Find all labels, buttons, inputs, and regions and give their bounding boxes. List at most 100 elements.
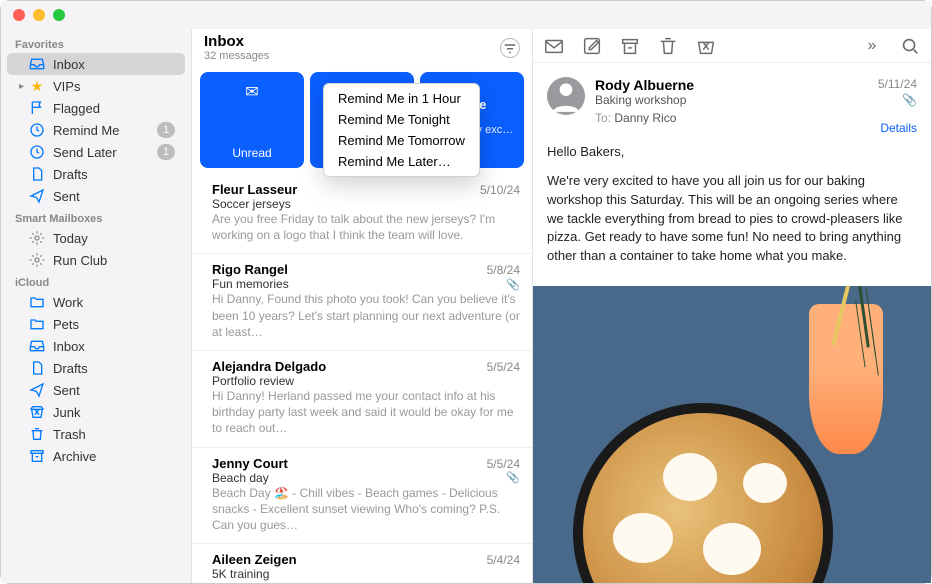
sidebar-item-drafts[interactable]: Drafts bbox=[7, 163, 185, 185]
badge-count: 1 bbox=[157, 122, 175, 138]
body-greeting: Hello Bakers, bbox=[547, 143, 917, 162]
message-sender: Rigo Rangel bbox=[212, 262, 487, 277]
message-preview: Are you free Friday to talk about the ne… bbox=[212, 211, 520, 243]
sidebar-section-favorites: Favorites bbox=[1, 33, 191, 53]
sidebar-item-today[interactable]: Today bbox=[7, 227, 185, 249]
message-date: 5/4/24 bbox=[487, 553, 520, 567]
sidebar-item-inbox[interactable]: Inbox bbox=[7, 53, 185, 75]
message-row[interactable]: Jenny Court5/5/24Beach day📎Beach Day 🏖️ … bbox=[192, 448, 532, 545]
sidebar-item-label: Flagged bbox=[53, 101, 175, 116]
message-row[interactable]: Aileen Zeigen5/4/24 5K trainingHey Danny,… bbox=[192, 544, 532, 583]
sidebar-item-sendlater[interactable]: Send Later 1 bbox=[7, 141, 185, 163]
message-row[interactable]: Fleur Lasseur5/10/24Soccer jerseysAre yo… bbox=[192, 174, 532, 254]
gear-icon bbox=[29, 252, 45, 268]
message-subject: Portfolio review bbox=[212, 374, 294, 388]
message-body: Hello Bakers, We're very excited to have… bbox=[533, 143, 931, 286]
compose-button[interactable] bbox=[581, 35, 603, 57]
message-sender: Aileen Zeigen bbox=[212, 552, 487, 567]
sidebar-item-archive[interactable]: Archive bbox=[7, 445, 185, 467]
card-unread[interactable]: ✉︎ Unread bbox=[200, 72, 304, 168]
close-window-button[interactable] bbox=[13, 9, 25, 21]
sidebar-item-icloud-sent[interactable]: Sent bbox=[7, 379, 185, 401]
body-paragraph: We're very excited to have you all join … bbox=[547, 172, 917, 266]
sidebar: Favorites Inbox ▸ ★ VIPs Flagged Remind … bbox=[1, 29, 191, 583]
archive-button[interactable] bbox=[619, 35, 641, 57]
message-subject: Baking workshop bbox=[595, 93, 868, 107]
message-preview: Hi Danny! Herland passed me your contact… bbox=[212, 388, 520, 437]
sidebar-item-work[interactable]: Work bbox=[7, 291, 185, 313]
sidebar-item-junk[interactable]: Junk bbox=[7, 401, 185, 423]
reader-header: Rody Albuerne Baking workshop To: Danny … bbox=[533, 63, 931, 143]
document-icon bbox=[29, 166, 45, 182]
more-button[interactable]: » bbox=[861, 35, 883, 57]
messages-scroll[interactable]: Fleur Lasseur5/10/24Soccer jerseysAre yo… bbox=[192, 174, 532, 583]
sidebar-item-label: Today bbox=[53, 231, 175, 246]
attachment-icon: 📎 bbox=[506, 278, 520, 291]
folder-icon bbox=[29, 316, 45, 332]
message-preview: Hi Danny, Found this photo you took! Can… bbox=[212, 291, 520, 340]
search-button[interactable] bbox=[899, 35, 921, 57]
delete-button[interactable] bbox=[657, 35, 679, 57]
sidebar-item-trash[interactable]: Trash bbox=[7, 423, 185, 445]
sidebar-item-icloud-inbox[interactable]: Inbox bbox=[7, 335, 185, 357]
filter-button[interactable] bbox=[500, 38, 520, 58]
remind-context-menu[interactable]: Remind Me in 1 HourRemind Me TonightRemi… bbox=[323, 83, 480, 177]
minimize-window-button[interactable] bbox=[33, 9, 45, 21]
sidebar-item-label: Sent bbox=[53, 189, 175, 204]
message-row[interactable]: Rigo Rangel5/8/24Fun memories📎Hi Danny, … bbox=[192, 254, 532, 351]
sidebar-section-icloud: iCloud bbox=[1, 271, 191, 291]
junk-icon bbox=[29, 404, 45, 420]
sidebar-item-runclub[interactable]: Run Club bbox=[7, 249, 185, 271]
context-menu-item[interactable]: Remind Me in 1 Hour bbox=[324, 88, 479, 109]
message-subject: 5K training bbox=[212, 567, 269, 581]
context-menu-item[interactable]: Remind Me Tomorrow bbox=[324, 130, 479, 151]
sidebar-item-label: VIPs bbox=[53, 79, 175, 94]
sidebar-item-label: Remind Me bbox=[53, 123, 149, 138]
message-preview: Hey Danny, I wanted to thank you for put… bbox=[212, 581, 520, 583]
details-link[interactable]: Details bbox=[878, 121, 917, 135]
sidebar-item-remind[interactable]: Remind Me 1 bbox=[7, 119, 185, 141]
paperplane-icon bbox=[29, 188, 45, 204]
paperplane-icon bbox=[29, 382, 45, 398]
sidebar-item-pets[interactable]: Pets bbox=[7, 313, 185, 335]
badge-count: 1 bbox=[157, 144, 175, 160]
message-sender: Jenny Court bbox=[212, 456, 487, 471]
sidebar-item-label: Junk bbox=[53, 405, 175, 420]
message-preview: Beach Day 🏖️ - Chill vibes - Beach games… bbox=[212, 485, 520, 534]
message-date: 5/5/24 bbox=[487, 360, 520, 374]
message-date: 5/11/24 bbox=[878, 77, 917, 91]
message-count: 32 messages bbox=[204, 50, 500, 62]
chevron-right-icon[interactable]: ▸ bbox=[19, 81, 24, 92]
attachment-icon: 📎 bbox=[506, 471, 520, 484]
trash-icon bbox=[29, 426, 45, 442]
sidebar-item-label: Send Later bbox=[53, 145, 149, 160]
flag-icon bbox=[29, 100, 45, 116]
sidebar-item-label: Sent bbox=[53, 383, 175, 398]
message-image bbox=[533, 286, 931, 583]
message-sender: Fleur Lasseur bbox=[212, 182, 480, 197]
sidebar-item-icloud-drafts[interactable]: Drafts bbox=[7, 357, 185, 379]
drink-graphic bbox=[809, 304, 883, 454]
sender-name: Rody Albuerne bbox=[595, 77, 868, 93]
sidebar-item-flagged[interactable]: Flagged bbox=[7, 97, 185, 119]
sidebar-item-label: Inbox bbox=[53, 339, 175, 354]
message-date: 5/10/24 bbox=[480, 183, 520, 197]
star-icon: ★ bbox=[29, 78, 45, 94]
folder-icon bbox=[29, 294, 45, 310]
sidebar-item-label: Drafts bbox=[53, 361, 175, 376]
send-later-icon bbox=[29, 144, 45, 160]
context-menu-item[interactable]: Remind Me Later… bbox=[324, 151, 479, 172]
sidebar-item-label: Drafts bbox=[53, 167, 175, 182]
zoom-window-button[interactable] bbox=[53, 9, 65, 21]
avatar[interactable] bbox=[547, 77, 585, 115]
sidebar-item-vips[interactable]: ▸ ★ VIPs bbox=[7, 75, 185, 97]
gear-icon bbox=[29, 230, 45, 246]
sidebar-item-sent[interactable]: Sent bbox=[7, 185, 185, 207]
mailbox-title: Inbox bbox=[204, 33, 500, 50]
junk-button[interactable] bbox=[695, 35, 717, 57]
message-row[interactable]: Alejandra Delgado5/5/24Portfolio reviewH… bbox=[192, 351, 532, 448]
context-menu-item[interactable]: Remind Me Tonight bbox=[324, 109, 479, 130]
message-subject: Beach day bbox=[212, 471, 269, 485]
reply-button[interactable] bbox=[543, 35, 565, 57]
message-subject: Fun memories bbox=[212, 277, 289, 291]
